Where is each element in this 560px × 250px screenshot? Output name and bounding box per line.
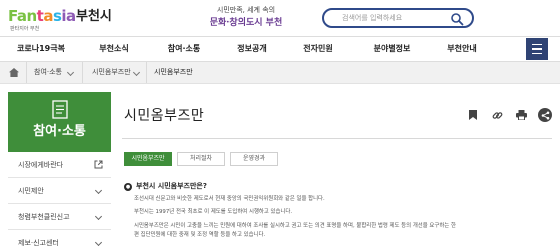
sidebar-item-report-center[interactable]: 제보·신고센터 bbox=[8, 230, 111, 250]
logo-part: Fan bbox=[8, 7, 37, 25]
external-link-icon bbox=[94, 160, 103, 169]
content-tabs: 시민옴부즈만 처리절차 운영경과 bbox=[124, 152, 278, 166]
logo-part: a bbox=[43, 7, 53, 25]
share-icon[interactable] bbox=[538, 108, 552, 122]
breadcrumb-divider bbox=[146, 62, 147, 83]
logo-wordmark: Fantasia bbox=[8, 7, 76, 25]
sidebar-title: 참여·소통 bbox=[33, 124, 86, 139]
breadcrumb: 참여·소통 시민옴부즈만 시민옴부즈만 bbox=[0, 62, 560, 84]
chevron-down-icon[interactable] bbox=[132, 68, 141, 77]
nav-item-participation[interactable]: 참여·소통 bbox=[152, 37, 216, 61]
breadcrumb-item[interactable]: 참여·소통 bbox=[34, 62, 62, 83]
menu-bar bbox=[532, 52, 542, 55]
sidebar-item-label: 제보·신고센터 bbox=[18, 239, 59, 247]
logo-part: ia bbox=[61, 7, 76, 25]
home-icon[interactable] bbox=[4, 62, 24, 83]
breadcrumb-item[interactable]: 시민옴부즈만 bbox=[92, 62, 131, 83]
page-title: 시민옴부즈만 bbox=[124, 108, 205, 124]
city-slogan: 시민만족, 세계 속의 문화·창의도시 부천 bbox=[186, 5, 306, 31]
site-logo[interactable]: Fantasia 부천시 판타지아 부천 bbox=[8, 7, 138, 35]
sidebar-header: 참여·소통 bbox=[8, 92, 111, 152]
menu-bar bbox=[532, 48, 542, 50]
sidebar-item-label: 청렴부천클린신고 bbox=[18, 213, 70, 221]
logo-city-name: 부천시 bbox=[76, 9, 112, 24]
paragraph: 시민옴부즈만은 시민이 고충을 느끼는 민원에 대하여 조사를 실시하고 권고 … bbox=[134, 223, 456, 229]
paragraph: 편 집단민원에 대한 중재 및 조정 역할 등을 하고 있습니다. bbox=[134, 232, 266, 238]
site-header: Fantasia 부천시 판타지아 부천 시민만족, 세계 속의 문화·창의도시… bbox=[0, 0, 560, 40]
section-heading: ● 부천시 시민옴부즈만은? bbox=[124, 181, 207, 192]
chevron-down-icon bbox=[94, 212, 103, 221]
chevron-down-icon bbox=[94, 238, 103, 247]
nav-item-fields[interactable]: 분야별정보 bbox=[356, 37, 428, 61]
logo-tagline: 판타지아 부천 bbox=[10, 26, 40, 32]
search-box bbox=[322, 8, 474, 28]
chevron-down-icon[interactable] bbox=[66, 68, 75, 77]
main-nav: 코로나19극복 부천소식 참여·소통 정보공개 전자민원 분야별정보 부천안내 bbox=[0, 36, 560, 62]
breadcrumb-current: 시민옴부즈만 bbox=[154, 68, 193, 76]
sidebar-item-proposal[interactable]: 시민제안 bbox=[8, 178, 111, 204]
chevron-down-icon bbox=[94, 186, 103, 195]
sidebar-item-label: 시민제안 bbox=[18, 187, 44, 195]
title-divider bbox=[122, 138, 552, 139]
paragraph: 조선시대 신문고와 비슷한 제도로서 현재 중앙의 국민권익위원회와 같은 일을… bbox=[134, 196, 325, 202]
nav-item-civil[interactable]: 전자민원 bbox=[286, 37, 350, 61]
sidebar-item-mayor[interactable]: 시장에게바란다 bbox=[8, 152, 111, 178]
link-icon[interactable] bbox=[490, 108, 504, 122]
print-icon[interactable] bbox=[514, 108, 528, 122]
tab-procedure[interactable]: 처리절차 bbox=[177, 152, 225, 166]
sidebar-item-label: 시장에게바란다 bbox=[18, 161, 64, 169]
slogan-line-1: 시민만족, 세계 속의 bbox=[216, 6, 276, 14]
search-input[interactable] bbox=[342, 11, 452, 25]
tab-ombudsman[interactable]: 시민옴부즈만 bbox=[124, 152, 172, 166]
document-icon bbox=[52, 100, 68, 119]
breadcrumb-divider bbox=[26, 62, 27, 83]
bookmark-icon[interactable] bbox=[466, 108, 480, 122]
nav-item-guide[interactable]: 부천안내 bbox=[430, 37, 494, 61]
page-tools bbox=[466, 108, 552, 122]
nav-item-news[interactable]: 부천소식 bbox=[82, 37, 146, 61]
nav-item-disclosure[interactable]: 정보공개 bbox=[220, 37, 284, 61]
menu-bar bbox=[532, 43, 542, 46]
section-heading-text: 부천시 시민옴부즈만은? bbox=[136, 182, 207, 190]
slogan-line-2: 문화·창의도시 부천 bbox=[209, 18, 283, 28]
search-icon[interactable] bbox=[450, 12, 464, 26]
paragraph: 부천시는 1997년 전국 최초로 이 제도를 도입하여 시행하고 있습니다. bbox=[134, 209, 293, 215]
sidebar-item-clean-report[interactable]: 청렴부천클린신고 bbox=[8, 204, 111, 230]
sidebar: 참여·소통 시장에게바란다 시민제안 청렴부천클린신고 제보·신고센터 bbox=[8, 92, 111, 250]
nav-item-covid[interactable]: 코로나19극복 bbox=[8, 37, 74, 61]
tab-history[interactable]: 운영경과 bbox=[230, 152, 278, 166]
breadcrumb-divider bbox=[82, 62, 83, 83]
main-content: 시민옴부즈만 시민옴부즈만 처리절차 운영경과 ● 부천시 시민옴부즈만은? 조… bbox=[122, 92, 552, 250]
bullet-icon: ● bbox=[124, 183, 132, 191]
menu-icon[interactable] bbox=[526, 38, 548, 60]
